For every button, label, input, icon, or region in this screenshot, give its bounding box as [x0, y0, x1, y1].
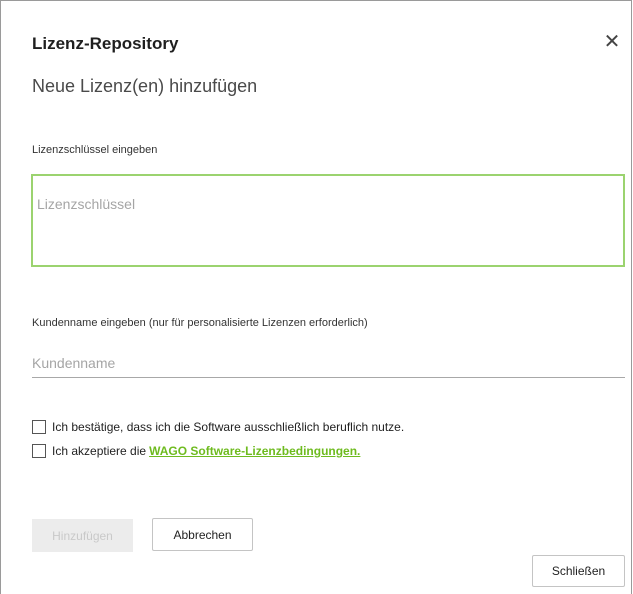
professional-use-checkbox[interactable] [32, 420, 46, 434]
customer-name-input[interactable] [32, 349, 625, 377]
license-repository-dialog: Lizenz-Repository ✕ Neue Lizenz(en) hinz… [0, 0, 632, 594]
customer-name-field[interactable] [32, 349, 625, 378]
customer-name-label: Kundenname eingeben (nur für personalisi… [32, 317, 368, 329]
dialog-subtitle: Neue Lizenz(en) hinzufügen [32, 76, 258, 96]
professional-use-row: Ich bestätige, dass ich die Software aus… [32, 419, 404, 435]
close-button[interactable]: Schließen [532, 555, 625, 587]
dialog-title: Lizenz-Repository [32, 34, 179, 53]
cancel-button[interactable]: Abbrechen [152, 518, 253, 551]
close-icon[interactable]: ✕ [601, 31, 623, 53]
license-terms-link[interactable]: WAGO Software-Lizenzbedingungen. [149, 444, 360, 458]
add-button[interactable]: Hinzufügen [32, 519, 133, 552]
license-key-field[interactable] [31, 174, 625, 267]
professional-use-label: Ich bestätige, dass ich die Software aus… [52, 420, 405, 434]
license-terms-checkbox[interactable] [32, 444, 46, 458]
license-terms-label: Ich akzeptiere die [52, 444, 147, 458]
license-terms-row: Ich akzeptiere die WAGO Software-Lizenzb… [32, 443, 360, 459]
license-key-label: Lizenzschlüssel eingeben [32, 144, 158, 156]
license-key-input[interactable] [33, 176, 623, 265]
